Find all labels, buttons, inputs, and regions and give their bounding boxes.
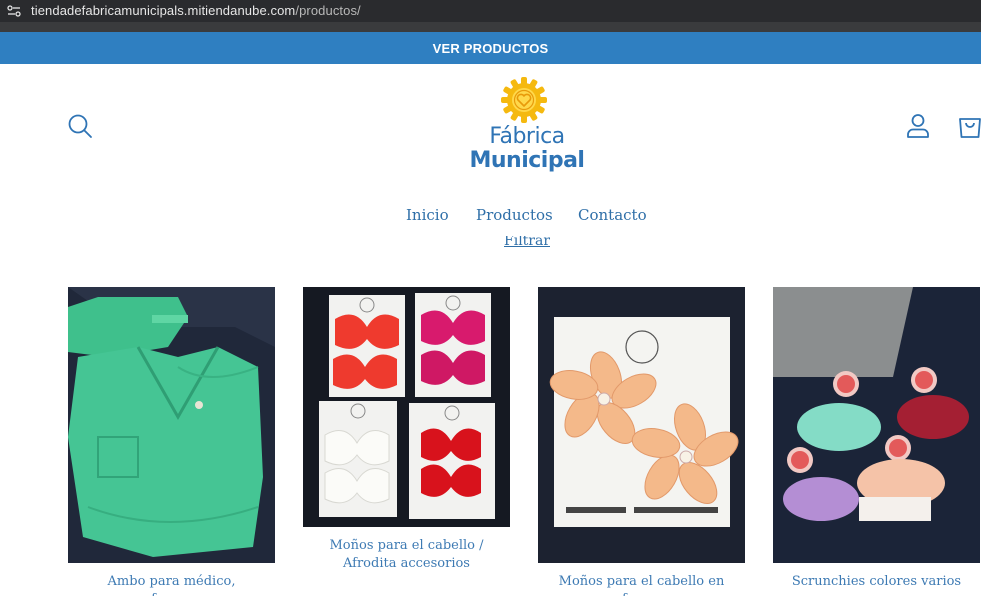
announcement-text[interactable]: VER PRODUCTOS: [433, 41, 549, 56]
shopping-bag-icon[interactable]: [956, 112, 981, 140]
product-card[interactable]: Scrunchies colores varios: [773, 287, 980, 591]
product-card[interactable]: Moños para el cabello / Afrodita accesor…: [303, 287, 510, 573]
nav-item-productos[interactable]: Productos: [476, 206, 553, 224]
product-name[interactable]: Ambo para médico, enfermero,: [68, 573, 275, 596]
search-icon[interactable]: [66, 112, 94, 140]
url-host: tiendadefabricamunicipals.mitiendanube.c…: [31, 3, 296, 18]
product-name[interactable]: Moños para el cabello en forma: [538, 573, 745, 596]
logo-text-line2: Municipal: [469, 148, 585, 173]
user-icon[interactable]: [904, 112, 932, 140]
url-field[interactable]: tiendadefabricamunicipals.mitiendanube.c…: [0, 0, 981, 22]
product-image[interactable]: [538, 287, 745, 563]
url-text[interactable]: tiendadefabricamunicipals.mitiendanube.c…: [31, 3, 361, 18]
nav-item-inicio[interactable]: Inicio: [406, 206, 449, 224]
product-image[interactable]: [303, 287, 510, 527]
product-name[interactable]: Scrunchies colores varios: [773, 573, 980, 591]
product-image[interactable]: [68, 287, 275, 563]
product-card[interactable]: Moños para el cabello en forma: [538, 287, 745, 596]
logo-text-line1: Fábrica: [489, 124, 565, 149]
sun-heart-logo-icon: [501, 77, 547, 123]
site-settings-icon[interactable]: [6, 4, 22, 18]
filter-link[interactable]: Filtrar: [504, 236, 550, 250]
product-image[interactable]: [773, 287, 980, 563]
product-card[interactable]: Ambo para médico, enfermero,: [68, 287, 275, 596]
url-path: /productos/: [295, 3, 361, 18]
product-name[interactable]: Moños para el cabello / Afrodita accesor…: [303, 537, 510, 573]
store-logo[interactable]: Fábrica Municipal: [468, 76, 586, 176]
announcement-bar[interactable]: VER PRODUCTOS: [0, 32, 981, 64]
nav-item-contacto[interactable]: Contacto: [578, 206, 647, 224]
browser-address-bar: tiendadefabricamunicipals.mitiendanube.c…: [0, 0, 981, 32]
